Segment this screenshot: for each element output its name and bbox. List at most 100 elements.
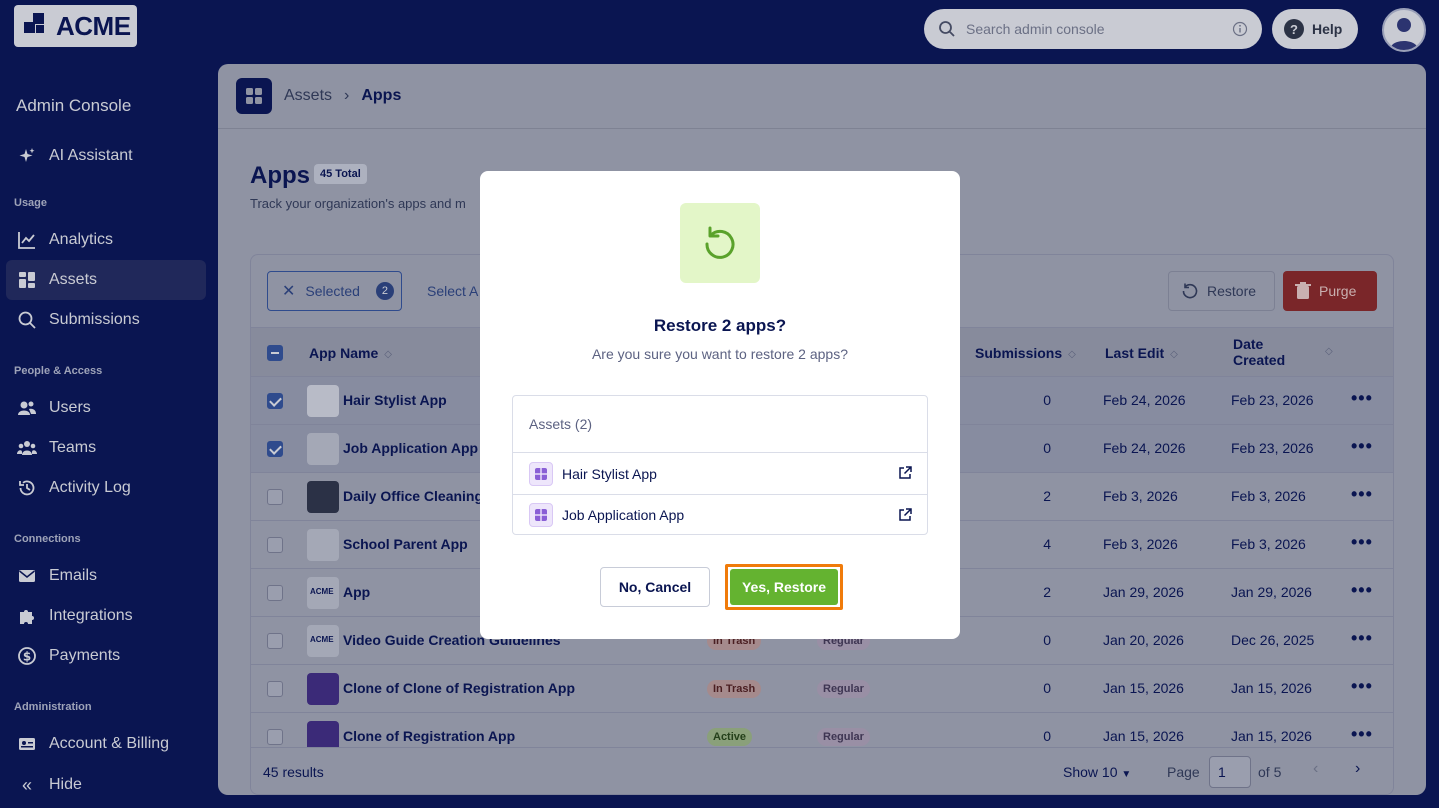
created-date: Dec 26, 2025 bbox=[1231, 632, 1315, 648]
asset-name: Hair Stylist App bbox=[562, 465, 657, 482]
row-more-menu-icon[interactable]: ••• bbox=[1351, 628, 1373, 649]
app-name[interactable]: App bbox=[343, 584, 370, 600]
close-icon: ✕ bbox=[282, 283, 296, 300]
restore-button[interactable]: Restore bbox=[1168, 271, 1275, 311]
external-link-icon[interactable] bbox=[897, 465, 913, 481]
sidebar-item-teams[interactable]: Teams bbox=[6, 428, 206, 468]
select-all-link[interactable]: Select A bbox=[427, 283, 478, 299]
user-avatar[interactable] bbox=[1382, 8, 1426, 52]
breadcrumb-current: Apps bbox=[361, 87, 402, 104]
asset-name: Job Application App bbox=[562, 507, 685, 523]
page-size-label: Show 10 bbox=[1063, 764, 1118, 780]
app-name[interactable]: Hair Stylist App bbox=[343, 392, 447, 408]
sidebar-hide-toggle[interactable]: « Hide bbox=[6, 765, 206, 805]
help-button[interactable]: ? Help bbox=[1272, 9, 1358, 49]
sidebar: Admin Console AI Assistant Usage Analyti… bbox=[0, 60, 218, 808]
sidebar-item-analytics[interactable]: Analytics bbox=[6, 220, 206, 260]
row-checkbox[interactable] bbox=[267, 393, 283, 409]
sidebar-item-label: Integrations bbox=[49, 607, 133, 624]
row-more-menu-icon[interactable]: ••• bbox=[1351, 676, 1373, 697]
thumb-logo-text: ACME bbox=[310, 587, 334, 596]
acme-logo[interactable]: ACME bbox=[14, 5, 137, 47]
table-row[interactable]: Clone of Clone of Registration App In Tra… bbox=[251, 665, 1393, 713]
app-name[interactable]: Clone of Registration App bbox=[343, 728, 515, 744]
dollar-icon: $ bbox=[18, 647, 36, 665]
app-name[interactable]: School Parent App bbox=[343, 536, 468, 552]
row-checkbox[interactable] bbox=[267, 729, 283, 745]
history-icon bbox=[19, 480, 35, 496]
sidebar-item-users[interactable]: Users bbox=[6, 388, 206, 428]
help-icon: ? bbox=[1284, 19, 1304, 39]
column-date-created[interactable]: Date Created bbox=[1233, 336, 1285, 368]
search-bar[interactable] bbox=[924, 9, 1262, 49]
sidebar-section-usage: Usage bbox=[14, 197, 48, 209]
status-badge: Active bbox=[707, 728, 753, 746]
row-more-menu-icon[interactable]: ••• bbox=[1351, 532, 1373, 553]
column-last-edit[interactable]: Last Edit ◇ bbox=[1105, 345, 1178, 361]
row-checkbox[interactable] bbox=[267, 489, 283, 505]
column-app-name[interactable]: App Name ◇ bbox=[309, 345, 392, 361]
mail-icon bbox=[19, 570, 35, 582]
row-more-menu-icon[interactable]: ••• bbox=[1351, 724, 1373, 745]
row-checkbox[interactable] bbox=[267, 441, 283, 457]
logo-mark-icon bbox=[24, 13, 50, 39]
selected-count-badge: 2 bbox=[375, 282, 394, 300]
sidebar-item-ai-assistant[interactable]: AI Assistant bbox=[6, 136, 206, 176]
sidebar-item-label: Submissions bbox=[49, 311, 140, 328]
sidebar-title: Admin Console bbox=[16, 96, 132, 115]
created-date: Feb 23, 2026 bbox=[1231, 440, 1314, 456]
sidebar-item-activity-log[interactable]: Activity Log bbox=[6, 468, 206, 508]
search-input[interactable] bbox=[966, 21, 1222, 37]
app-thumbnail: ACME bbox=[307, 577, 339, 609]
external-link-icon[interactable] bbox=[897, 507, 913, 523]
page-number-input[interactable]: 1 bbox=[1209, 756, 1251, 788]
selected-filter-button[interactable]: ✕ Selected 2 bbox=[267, 271, 402, 311]
yes-restore-button[interactable]: Yes, Restore bbox=[730, 569, 838, 605]
last-edit-date: Feb 3, 2026 bbox=[1103, 536, 1178, 552]
submissions-count: 0 bbox=[1043, 440, 1051, 456]
breadcrumb-assets-link[interactable]: Assets bbox=[284, 87, 332, 105]
column-label: App Name bbox=[309, 345, 379, 361]
sidebar-item-label: Teams bbox=[49, 439, 97, 456]
row-more-menu-icon[interactable]: ••• bbox=[1351, 580, 1373, 601]
row-checkbox[interactable] bbox=[267, 681, 283, 697]
column-submissions[interactable]: Submissions ◇ bbox=[975, 345, 1076, 361]
row-checkbox[interactable] bbox=[267, 633, 283, 649]
row-more-menu-icon[interactable]: ••• bbox=[1351, 388, 1373, 409]
breadcrumb-separator: › bbox=[344, 87, 350, 104]
row-checkbox[interactable] bbox=[267, 585, 283, 601]
sort-icon: ◇ bbox=[384, 348, 392, 360]
info-icon[interactable] bbox=[1232, 21, 1248, 37]
sparkle-icon bbox=[19, 148, 35, 162]
top-bar: ACME ? Help bbox=[0, 0, 1439, 60]
sidebar-item-submissions[interactable]: Submissions bbox=[6, 300, 206, 340]
app-grid-icon bbox=[529, 461, 553, 486]
sidebar-item-emails[interactable]: Emails bbox=[6, 556, 206, 596]
purge-button[interactable]: Purge bbox=[1283, 271, 1377, 311]
results-count: 45 results bbox=[263, 764, 324, 780]
app-name[interactable]: Job Application App bbox=[343, 440, 478, 456]
page-size-select[interactable]: Show 10 ▼ bbox=[1063, 764, 1131, 780]
sidebar-item-account-billing[interactable]: Account & Billing bbox=[6, 724, 206, 764]
app-name[interactable]: Daily Office Cleaning bbox=[343, 488, 483, 504]
select-all-checkbox[interactable] bbox=[267, 345, 283, 361]
sidebar-item-payments[interactable]: $ Payments bbox=[6, 636, 206, 676]
cancel-button[interactable]: No, Cancel bbox=[600, 567, 710, 607]
created-date: Feb 3, 2026 bbox=[1231, 536, 1306, 552]
row-more-menu-icon[interactable]: ••• bbox=[1351, 484, 1373, 505]
sidebar-item-label: Activity Log bbox=[49, 479, 131, 496]
page-subtitle: Track your organization's apps and m bbox=[250, 196, 466, 211]
sidebar-item-integrations[interactable]: Integrations bbox=[6, 596, 206, 636]
sidebar-item-assets[interactable]: Assets bbox=[6, 260, 206, 300]
sidebar-item-label: Hide bbox=[49, 776, 82, 793]
row-checkbox[interactable] bbox=[267, 537, 283, 553]
sort-icon[interactable]: ◇ bbox=[1325, 346, 1333, 357]
previous-page-button[interactable]: ‹ bbox=[1313, 760, 1318, 778]
chart-line-icon bbox=[18, 232, 35, 249]
row-more-menu-icon[interactable]: ••• bbox=[1351, 436, 1373, 457]
app-name[interactable]: Clone of Clone of Registration App bbox=[343, 680, 575, 696]
dialog-title: Restore 2 apps? bbox=[653, 316, 787, 335]
created-date: Jan 29, 2026 bbox=[1231, 584, 1312, 600]
last-edit-date: Feb 3, 2026 bbox=[1103, 488, 1178, 504]
next-page-button[interactable]: › bbox=[1355, 760, 1360, 778]
